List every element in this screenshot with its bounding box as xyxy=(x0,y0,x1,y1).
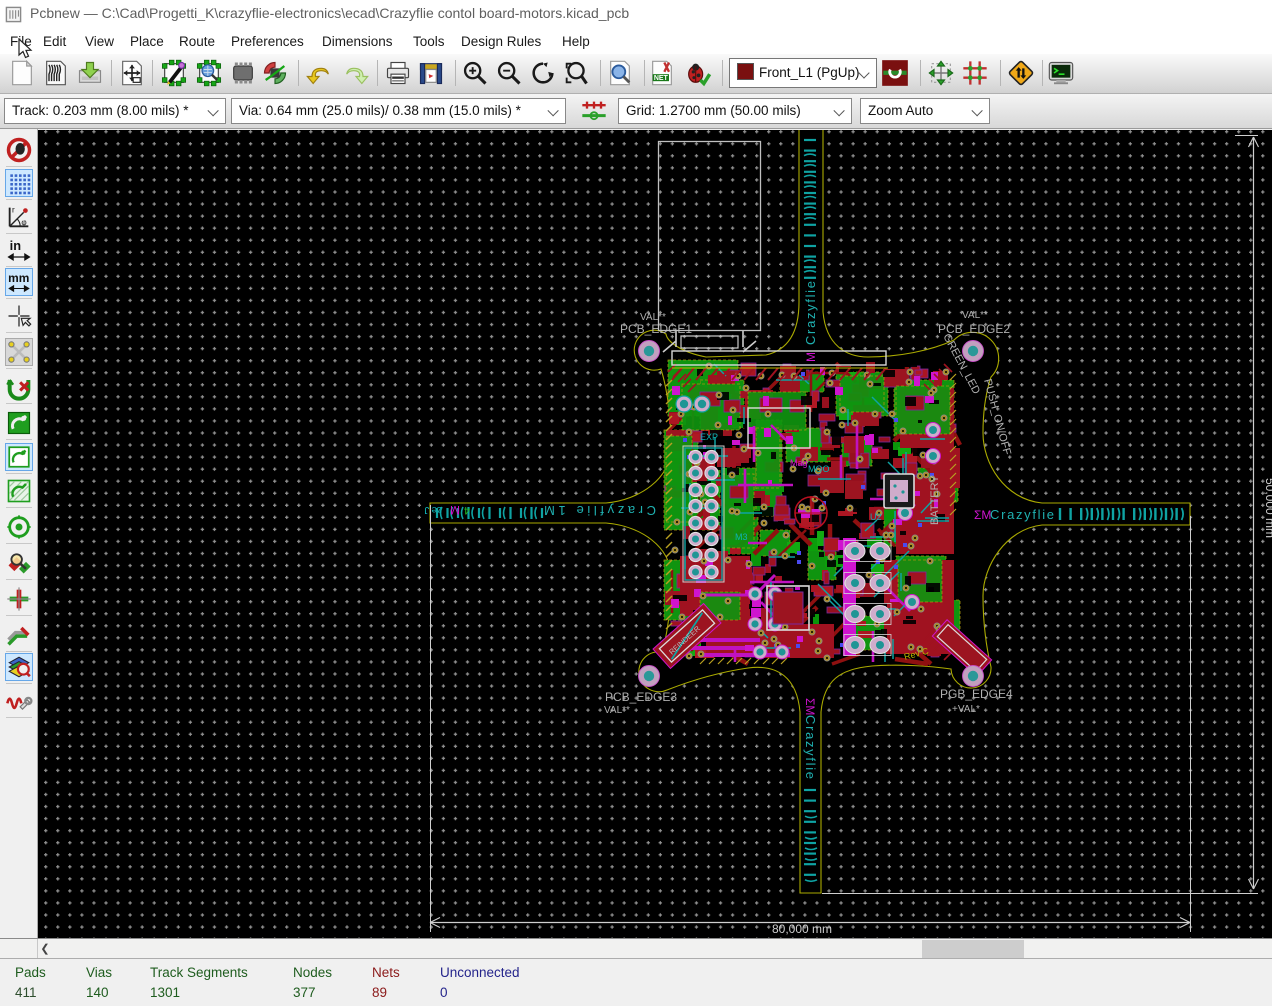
svg-text:PCB_EDGE1: PCB_EDGE1 xyxy=(620,322,692,336)
svg-text:U2: U2 xyxy=(870,512,882,522)
svg-text:ΣM: ΣM xyxy=(974,508,991,522)
svg-text:ΣM: ΣM xyxy=(803,698,817,715)
svg-text:VAL**: VAL** xyxy=(604,705,630,716)
svg-text:zeiJ: zeiJ xyxy=(424,504,442,515)
svg-text:50,000 mm: 50,000 mm xyxy=(1263,478,1272,538)
svg-text:VAL**: VAL** xyxy=(962,310,988,321)
svg-text:PCB_EDGE3: PCB_EDGE3 xyxy=(605,690,677,704)
svg-text:PGB_EDGE4: PGB_EDGE4 xyxy=(940,687,1013,701)
svg-text:M3: M3 xyxy=(735,532,748,542)
svg-text:M: M xyxy=(450,503,460,517)
svg-text:4: 4 xyxy=(464,504,470,516)
svg-text:NET: NET xyxy=(654,75,669,82)
svg-text:in: in xyxy=(10,238,22,253)
svg-text:mm: mm xyxy=(8,271,29,285)
svg-text:EXP: EXP xyxy=(700,432,718,442)
svg-text:80,000 mm: 80,000 mm xyxy=(772,922,832,936)
svg-text:φ: φ xyxy=(21,218,26,227)
svg-text:+VAL*: +VAL* xyxy=(952,704,980,715)
svg-text:Mag: Mag xyxy=(790,458,808,468)
svg-text:M: M xyxy=(804,352,818,362)
svg-text:r: r xyxy=(12,205,15,214)
svg-text:MOO: MOO xyxy=(808,464,830,474)
svg-text:BATTERY: BATTERY xyxy=(929,475,941,525)
